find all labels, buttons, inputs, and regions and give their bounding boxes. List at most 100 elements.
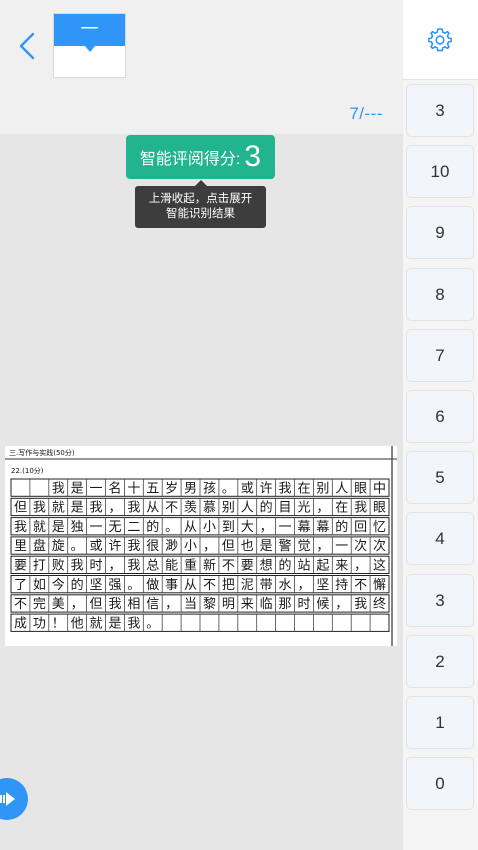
handwritten-char: 完: [33, 597, 46, 612]
gear-icon[interactable]: [427, 27, 453, 53]
answer-sheet-image[interactable]: 三.写作与实践(50分) 22.(10分) 我是一名十五岁男孩。或许我在别人眼中但我…: [5, 446, 397, 646]
handwritten-char: 来: [241, 597, 254, 612]
handwritten-char: 我: [354, 501, 367, 516]
handwritten-char: 站: [297, 559, 310, 574]
handwritten-char: 的: [260, 500, 273, 516]
handwritten-char: 许: [260, 481, 273, 496]
handwritten-char: 中: [373, 481, 386, 496]
question-card[interactable]: 一: [53, 13, 126, 78]
handwritten-char: 那: [279, 597, 292, 612]
handwritten-char: 候: [316, 597, 329, 612]
handwritten-char: 水: [279, 578, 292, 593]
handwritten-char: 幕: [316, 520, 329, 535]
question-card-number: 一: [54, 14, 125, 52]
score-button[interactable]: 9: [406, 206, 474, 260]
back-button[interactable]: [14, 30, 40, 62]
handwritten-char: 名: [108, 480, 121, 496]
handwritten-char: ，: [316, 501, 329, 516]
handwritten-char: 功: [33, 616, 46, 631]
handwritten-char: 或: [90, 539, 103, 554]
handwritten-char: ，: [108, 559, 121, 574]
handwritten-char: 要: [14, 559, 27, 574]
handwritten-char: 幕: [297, 520, 310, 535]
handwritten-char: 别: [316, 481, 329, 496]
ai-score-badge[interactable]: 智能评阅得分: 3: [126, 135, 275, 179]
handwritten-char: 里: [14, 539, 27, 554]
handwritten-char: 一: [335, 539, 348, 554]
main-panel: 一 7/--- 智能评阅得分: 3 上滑收起，点击展开 智能识别结果 三.写作与…: [0, 0, 403, 850]
score-button[interactable]: 0: [406, 757, 474, 811]
handwritten-char: 的: [146, 519, 159, 535]
handwritten-char: 美: [52, 597, 65, 612]
float-action-button[interactable]: [0, 778, 28, 820]
handwritten-char: 如: [33, 577, 46, 593]
handwritten-char: 在: [297, 481, 310, 496]
handwritten-char: 人: [241, 501, 254, 516]
score-button[interactable]: 3: [406, 84, 474, 137]
score-button[interactable]: 5: [406, 451, 474, 505]
expand-tooltip: 上滑收起，点击展开 智能识别结果: [135, 180, 266, 228]
sidebar-header: [403, 0, 478, 80]
handwritten-char: 眼: [354, 481, 367, 496]
handwritten-char: 坚: [90, 578, 103, 593]
handwritten-char: 在: [335, 501, 348, 516]
handwritten-char: 目: [279, 501, 292, 516]
score-button[interactable]: 1: [406, 696, 474, 749]
handwritten-char: 事: [165, 578, 178, 593]
handwritten-char: 这: [373, 558, 386, 574]
top-bar: 一 7/---: [0, 0, 403, 134]
handwritten-char: 我: [33, 501, 46, 516]
handwritten-char: 坚: [316, 578, 329, 593]
score-button[interactable]: 7: [406, 328, 474, 382]
score-button[interactable]: 10: [406, 145, 474, 199]
handwritten-char: 就: [52, 501, 65, 516]
handwritten-char: 相: [127, 597, 140, 612]
handwritten-char: 但: [90, 597, 103, 612]
handwritten-char: 从: [146, 501, 159, 516]
handwritten-char: 我: [127, 559, 140, 574]
handwritten-char: 不: [203, 578, 216, 593]
handwritten-char: ，: [316, 539, 329, 554]
handwritten-char: 我: [127, 616, 140, 631]
handwritten-char: 不: [354, 578, 367, 593]
score-button[interactable]: 2: [406, 634, 474, 688]
handwritten-char: 一: [90, 520, 103, 535]
handwritten-char: 强: [108, 578, 121, 593]
score-button[interactable]: 6: [406, 390, 474, 443]
handwritten-char: ，: [108, 501, 121, 516]
handwritten-char: 我: [354, 597, 367, 612]
handwritten-char: 忆: [373, 519, 386, 535]
handwritten-char: 岁: [165, 481, 178, 496]
handwritten-char: 不: [222, 559, 235, 574]
handwritten-char: 败: [52, 559, 65, 574]
handwritten-char: 信: [146, 597, 159, 612]
handwritten-char: 时: [297, 597, 310, 612]
score-button[interactable]: 4: [406, 512, 474, 566]
arrow-right-icon: [0, 792, 15, 806]
handwritten-char: 一: [279, 520, 292, 535]
handwritten-char: 把: [222, 578, 235, 593]
handwritten-char: ，: [260, 520, 273, 535]
handwritten-char: 泥: [241, 578, 254, 593]
handwritten-char: 时: [90, 559, 103, 574]
handwritten-char: 我: [279, 481, 292, 496]
handwritten-char: 。: [127, 578, 140, 593]
score-button[interactable]: 3: [406, 573, 474, 627]
handwritten-char: 男: [184, 481, 197, 496]
handwritten-char: 人: [335, 481, 348, 496]
handwritten-char: 来: [335, 559, 348, 574]
handwritten-char: 我: [90, 501, 103, 516]
ai-score-label: 智能评阅得分:: [139, 151, 241, 168]
score-button[interactable]: 8: [406, 267, 474, 321]
handwritten-char: 新: [203, 558, 216, 574]
handwritten-char: 。: [146, 616, 159, 631]
handwritten-char: 总: [146, 559, 159, 574]
handwritten-char: 。: [71, 539, 84, 554]
handwritten-char: 他: [71, 616, 84, 631]
handwritten-char: 二: [127, 520, 140, 535]
handwritten-char: 是: [71, 501, 84, 516]
handwritten-char: 别: [222, 501, 235, 516]
handwritten-char: 当: [184, 597, 197, 612]
handwritten-char: 的: [335, 519, 348, 535]
handwritten-char: 我: [127, 539, 140, 554]
